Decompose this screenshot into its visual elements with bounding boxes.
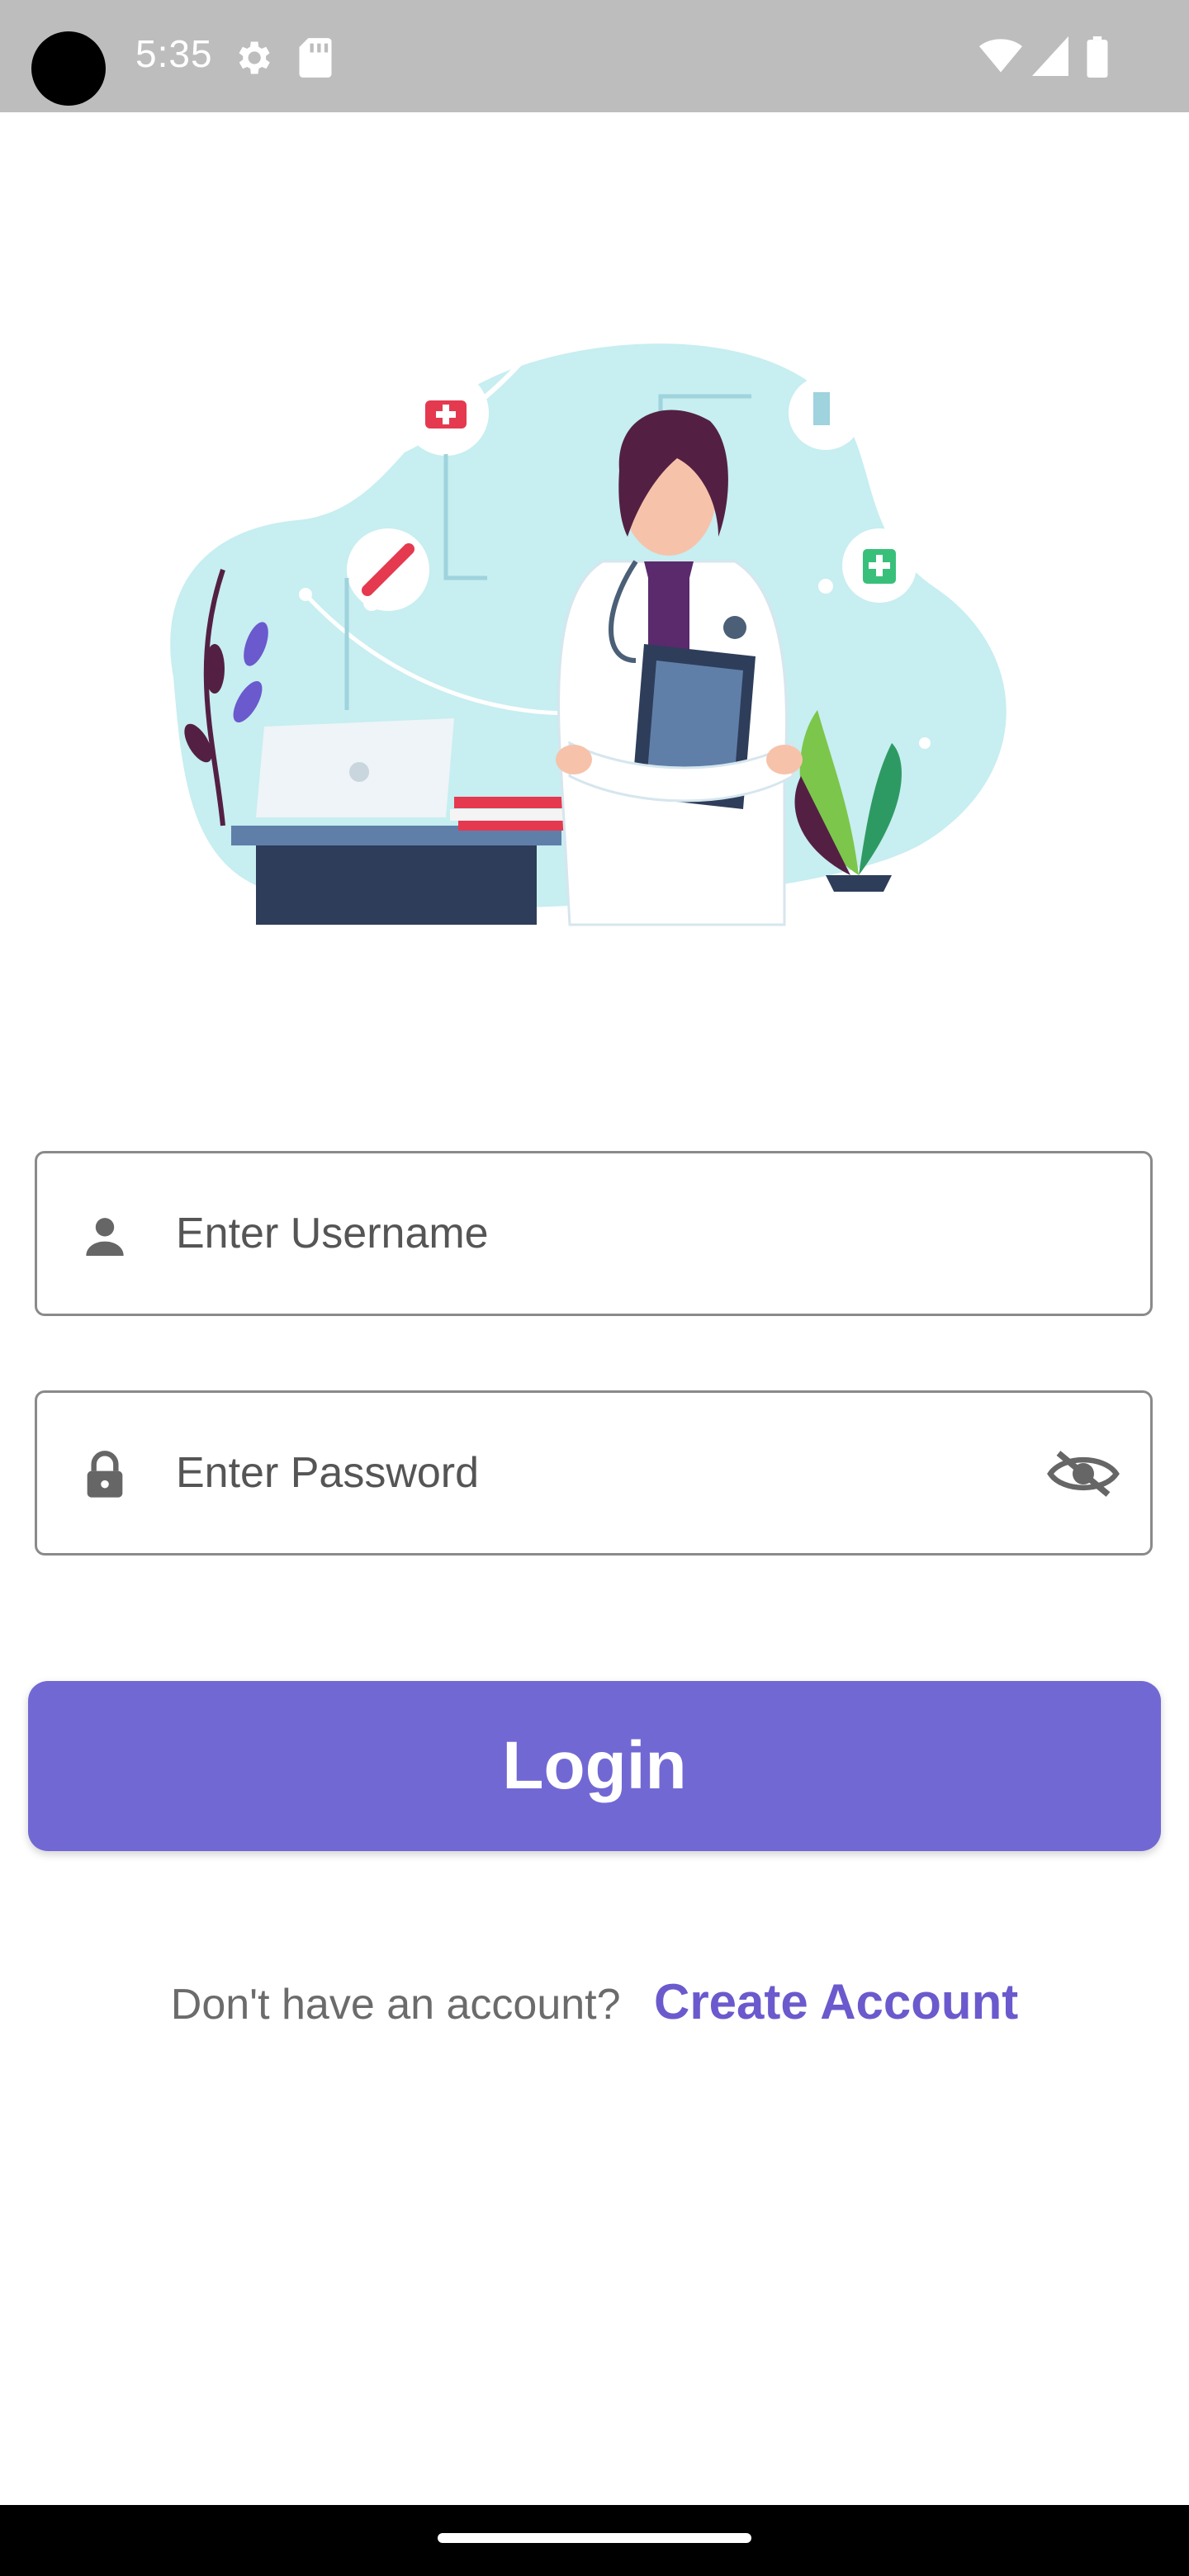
sd-card-icon [299, 38, 332, 78]
lock-icon [87, 1451, 123, 1498]
status-bar: 5:35 [0, 0, 1189, 112]
doctor-illustration [170, 343, 1007, 926]
login-button[interactable]: Login [28, 1681, 1161, 1851]
person-icon [86, 1218, 124, 1256]
camera-cutout [31, 31, 106, 106]
battery-icon [1087, 36, 1108, 78]
wifi-icon [979, 39, 1022, 73]
password-placeholder: Enter Password [176, 1449, 480, 1497]
signal-icon [1032, 36, 1068, 76]
signup-prompt: Don't have an account? [170, 1981, 621, 2029]
settings-icon [239, 41, 270, 74]
eye-off-icon[interactable] [1046, 1447, 1120, 1500]
password-field[interactable]: Enter Password [35, 1390, 1153, 1556]
username-field[interactable]: Enter Username [35, 1151, 1153, 1316]
signup-row: Don't have an account? Create Account [0, 1973, 1189, 2030]
navigation-bar [0, 2505, 1189, 2576]
status-time: 5:35 [135, 32, 213, 75]
home-gesture-handle[interactable] [438, 2533, 751, 2543]
create-account-link[interactable]: Create Account [654, 1974, 1018, 2029]
username-placeholder: Enter Username [176, 1210, 489, 1257]
